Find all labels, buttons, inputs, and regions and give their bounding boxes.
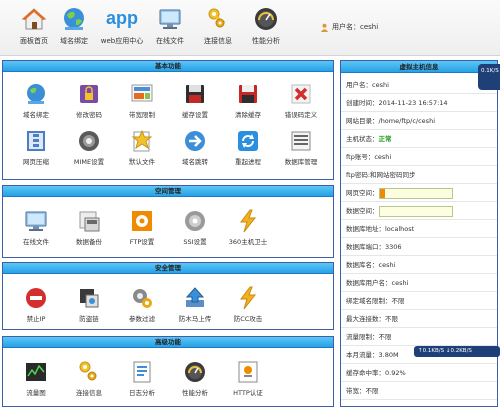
info-traffic-limit: 流量限制：不限 (341, 328, 497, 346)
cell-label: 360主机卫士 (228, 238, 268, 246)
basic-database-management[interactable]: 数据库管理 (268, 129, 334, 166)
restart-icon (238, 131, 258, 151)
compress-icon (27, 131, 45, 151)
ssi-gear-icon (185, 211, 205, 231)
monitor-icon (159, 9, 181, 29)
status-ok-text: 正常 (378, 135, 392, 143)
web-space-usage-bar (378, 187, 453, 199)
top-user-info: 用户名：ceshi (320, 22, 378, 32)
web-space-usage-fill (379, 188, 385, 198)
upload-arrow-icon (185, 287, 205, 307)
lightning-icon (240, 286, 257, 310)
basic-error-codes[interactable]: 错误码定义 (268, 82, 334, 119)
database-icon (291, 131, 311, 151)
virtual-host-info-title: 虚拟主机信息 (341, 61, 497, 73)
backup-icon (79, 211, 100, 232)
antileech-icon (80, 289, 99, 308)
speed-up-value: 0.1KB/S (422, 348, 445, 354)
http-auth-icon (238, 361, 258, 383)
error-x-icon (291, 84, 311, 104)
star-file-icon (131, 129, 153, 152)
info-ftp-account: ftp账号：ceshi (341, 148, 497, 166)
info-web-space: 网页空间： (341, 184, 497, 202)
toolbar-performance[interactable]: 性能分析 (236, 4, 296, 46)
globe-icon (27, 84, 45, 104)
security-anti-cc[interactable]: 防CC攻击 (215, 286, 281, 323)
info-bandwidth: 带宽：不限 (341, 382, 497, 400)
advanced-functions-panel: 高级功能 流量图 连接信息 日志分析 性能分析 HTTP认证 (2, 336, 334, 407)
cell-label: 错误码定义 (284, 111, 318, 119)
space-management-title: 空间管理 (3, 186, 333, 197)
lightning-icon (240, 209, 257, 233)
space-management-panel: 空间管理 在线文件 数据备份 FTP设置 SSI设置 360主机卫士 (2, 185, 334, 258)
bandwidth-icon (131, 84, 153, 102)
space-360-guard[interactable]: 360主机卫士 (215, 209, 281, 246)
speed-side-value: 0.1K/S (481, 68, 499, 74)
info-db-name: 数据库名：ceshi (341, 256, 497, 274)
traffic-chart-icon (26, 363, 46, 381)
toolbar-performance-label: 性能分析 (252, 37, 280, 45)
basic-functions-title: 基本功能 (3, 61, 333, 72)
info-host-status: 主机状态：正常 (341, 130, 497, 148)
info-db-port: 数据库端口：3306 (341, 238, 497, 256)
info-data-space-label: 数据空间： (346, 207, 379, 215)
security-management-panel: 安全管理 禁止IP 防盗链 参数过滤 防木马上传 防CC攻击 (2, 262, 334, 330)
data-space-usage-bar (378, 205, 453, 217)
user-icon (320, 23, 329, 32)
gauge-icon (185, 362, 205, 382)
gauge-icon (255, 8, 277, 30)
keys-icon (208, 8, 226, 28)
log-icon (133, 361, 151, 383)
basic-functions-panel: 基本功能 域名绑定 修改密码 带宽限制 缓存设置 清除缓存 错误码定义 网页压缩 (2, 60, 334, 180)
info-web-space-label: 网页空间： (346, 189, 379, 197)
cell-label: HTTP认证 (233, 389, 263, 397)
save-disk-icon (186, 85, 204, 103)
top-username: 用户名：ceshi (332, 23, 379, 31)
info-ftp-password: ftp密码:和网站密码同步 (341, 166, 497, 184)
info-site-directory: 网站目录：/home/ftp/c/ceshi (341, 112, 497, 130)
info-created-time: 创建时间：2014-11-23 16:57:14 (341, 94, 497, 112)
globe-icon (64, 8, 84, 30)
advanced-functions-title: 高级功能 (3, 337, 333, 348)
network-speed-widget[interactable]: ↑0.1KB/S ↓0.2KB/S (414, 346, 500, 357)
info-max-connections: 最大连接数：不限 (341, 310, 497, 328)
info-db-user: 数据库用户名：ceshi (341, 274, 497, 292)
ftp-gear-icon (132, 211, 152, 231)
mime-gear-icon (79, 131, 99, 151)
top-toolbar: 面板首页 域名绑定 app web应用中心 在线文件 连接信息 性能分析 用户名… (0, 0, 500, 56)
security-management-title: 安全管理 (3, 263, 333, 274)
info-domain-limit: 绑定域名限制：不限 (341, 292, 497, 310)
info-data-space: 数据空间： (341, 202, 497, 220)
cell-label: 防CC攻击 (233, 315, 263, 323)
info-host-status-label: 主机状态： (346, 135, 379, 143)
forbid-icon (26, 288, 46, 308)
filter-gear-icon (133, 289, 152, 308)
clear-disk-icon (239, 85, 257, 103)
cell-label: 数据库管理 (284, 158, 318, 166)
speed-down-value: 0.2KB/S (450, 348, 472, 354)
network-speed-side-widget[interactable]: 0.1K/S (478, 64, 500, 90)
lock-icon (80, 85, 98, 103)
info-username: 用户名：ceshi (341, 76, 497, 94)
redirect-icon (185, 131, 205, 151)
keys-icon (79, 361, 97, 381)
advanced-http-auth[interactable]: HTTP认证 (215, 360, 281, 397)
monitor-icon (25, 211, 47, 231)
info-cache-hit-rate: 缓存命中率：0.92% (341, 364, 497, 382)
app-logo-icon: app (105, 8, 138, 28)
info-db-address: 数据库地址：localhost (341, 220, 497, 238)
